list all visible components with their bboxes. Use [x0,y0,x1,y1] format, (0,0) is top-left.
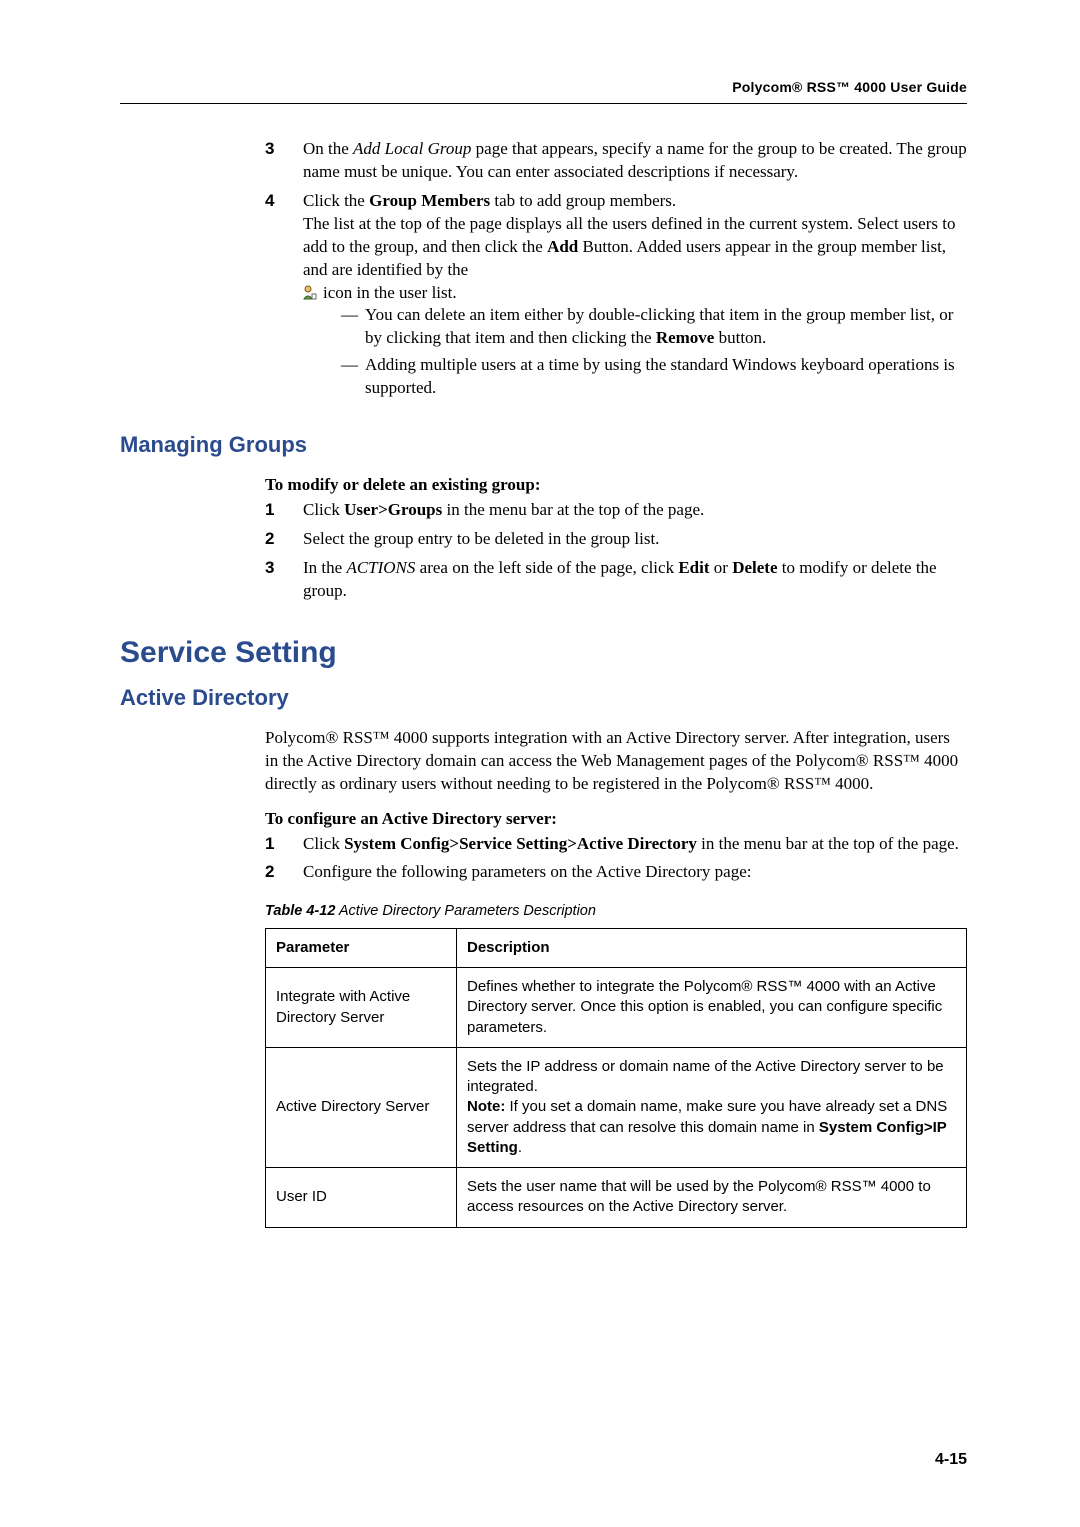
step-number: 1 [265,499,303,522]
heading-managing-groups: Managing Groups [120,430,967,460]
step-number: 2 [265,528,303,551]
heading-service-setting: Service Setting [120,633,967,674]
step-3: 3 On the Add Local Group page that appea… [265,138,967,184]
mg-step-1: 1 Click User>Groups in the menu bar at t… [265,499,967,522]
lead-in: To configure an Active Directory server: [265,808,967,831]
table-row: Active Directory Server Sets the IP addr… [266,1047,967,1167]
ad-intro: Polycom® RSS™ 4000 supports integration … [265,727,967,796]
table-row: Integrate with Active Directory Server D… [266,968,967,1048]
page-number: 4-15 [935,1449,967,1471]
step-number: 4 [265,190,303,404]
step-number: 3 [265,138,303,184]
table-caption: Table 4-12 Active Directory Parameters D… [265,902,967,922]
cell-desc: Defines whether to integrate the Polycom… [457,968,967,1048]
step-text: On the Add Local Group page that appears… [303,138,967,184]
step-number: 2 [265,861,303,884]
cell-param: Integrate with Active Directory Server [266,968,457,1048]
cell-param: User ID [266,1168,457,1228]
step-number: 1 [265,833,303,856]
th-parameter: Parameter [266,928,457,967]
mg-step-2: 2 Select the group entry to be deleted i… [265,528,967,551]
heading-active-directory: Active Directory [120,683,967,713]
mg-step-3: 3 In the ACTIONS area on the left side o… [265,557,967,603]
ad-step-1: 1 Click System Config>Service Setting>Ac… [265,833,967,856]
sub-bullet: — You can delete an item either by doubl… [341,304,967,350]
cell-param: Active Directory Server [266,1047,457,1167]
th-description: Description [457,928,967,967]
step-number: 3 [265,557,303,603]
ad-step-2: 2 Configure the following parameters on … [265,861,967,884]
cell-desc: Sets the IP address or domain name of th… [457,1047,967,1167]
sub-bullet: — Adding multiple users at a time by usi… [341,354,967,400]
user-in-list-icon [303,284,317,299]
cell-desc: Sets the user name that will be used by … [457,1168,967,1228]
lead-in: To modify or delete an existing group: [265,474,967,497]
table-row: User ID Sets the user name that will be … [266,1168,967,1228]
params-table: Parameter Description Integrate with Act… [265,928,967,1228]
running-header: Polycom® RSS™ 4000 User Guide [120,78,967,104]
step-4: 4 Click the Group Members tab to add gro… [265,190,967,404]
step-text: Click the Group Members tab to add group… [303,190,967,404]
